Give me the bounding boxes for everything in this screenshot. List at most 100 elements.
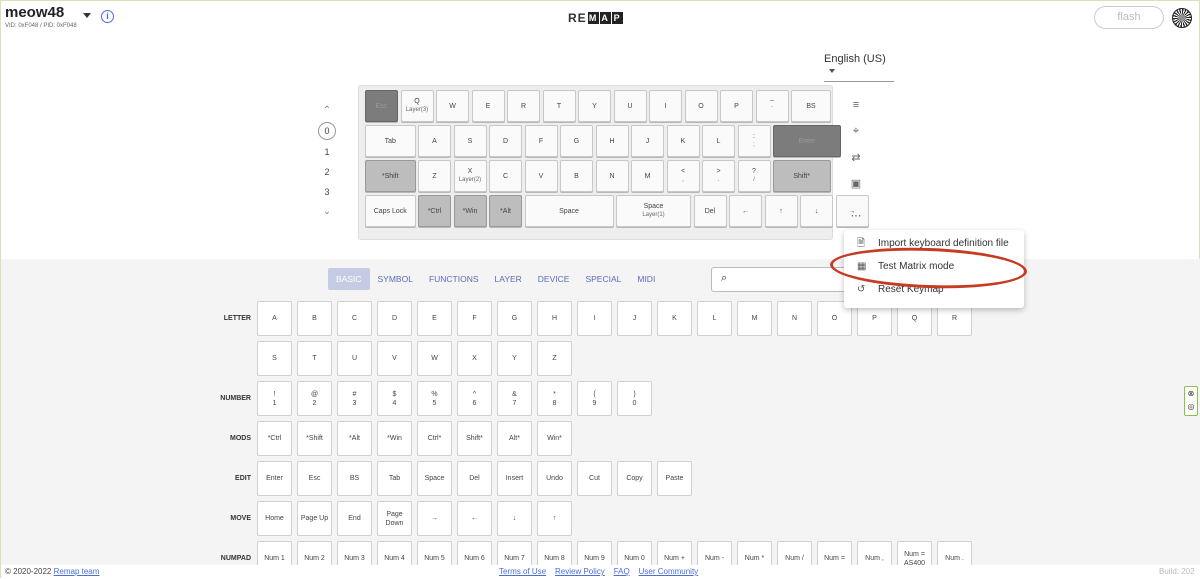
keycode-key[interactable]: Z [537, 341, 572, 376]
search-input[interactable]: ⌕ [711, 267, 851, 292]
key[interactable]: Enter [773, 125, 841, 157]
keycode-key[interactable]: * 8 [537, 381, 572, 416]
keycode-key[interactable]: End [337, 501, 372, 536]
chevron-down-icon[interactable]: ⌄ [313, 202, 341, 222]
key[interactable]: U [613, 90, 647, 122]
keycode-key[interactable]: Tab [377, 461, 412, 496]
keycode-key[interactable]: ↓ [497, 501, 532, 536]
keycode-key[interactable]: Space [417, 461, 452, 496]
keycode-key[interactable]: → [417, 501, 452, 536]
keycode-key[interactable]: Enter [257, 461, 292, 496]
key[interactable]: Space [524, 195, 614, 227]
close-icon[interactable]: ⊗ [1185, 387, 1197, 400]
key[interactable]: *Ctrl [418, 195, 451, 227]
keycode-key[interactable]: J [617, 301, 652, 336]
keycode-key[interactable]: #3 [337, 381, 372, 416]
keycode-key[interactable]: Alt* [497, 421, 532, 456]
key[interactable]: I [649, 90, 682, 122]
keycode-key[interactable]: G [497, 301, 532, 336]
layer-item-0[interactable]: 0 [313, 122, 341, 142]
keycode-key[interactable]: W [417, 341, 452, 376]
keycode-key[interactable]: D [377, 301, 412, 336]
keycode-key[interactable]: ← [457, 501, 492, 536]
keycode-key[interactable]: Page Down [377, 501, 412, 536]
avatar[interactable] [1172, 8, 1192, 28]
key[interactable]: M [631, 160, 664, 192]
keycode-key[interactable]: U [337, 341, 372, 376]
keycode-key[interactable]: Paste [657, 461, 692, 496]
key[interactable]: R [507, 90, 540, 122]
keycode-key[interactable]: N [777, 301, 812, 336]
key[interactable]: T [542, 90, 576, 122]
key[interactable]: V [524, 160, 558, 192]
key[interactable]: ? / [737, 160, 771, 192]
key[interactable]: ← [729, 195, 762, 227]
crosshair-icon[interactable]: ⌖ [849, 125, 863, 138]
key[interactable]: *Alt [489, 195, 522, 227]
key[interactable]: ~ ` [755, 90, 789, 122]
key[interactable]: O [684, 90, 718, 122]
keycode-key[interactable]: Shift* [457, 421, 492, 456]
key[interactable]: Y [578, 90, 611, 122]
key[interactable]: Tab [365, 125, 416, 157]
keycode-key[interactable]: L [697, 301, 732, 336]
swap-icon[interactable]: ⇄ [849, 151, 863, 164]
keycode-key[interactable]: *Shift [297, 421, 332, 456]
key[interactable]: H [595, 125, 629, 157]
tab-symbol[interactable]: SYMBOL [370, 268, 421, 290]
key[interactable]: L [702, 125, 735, 157]
link-terms[interactable]: Terms of Use [499, 567, 546, 576]
key[interactable]: ↓ [800, 195, 833, 227]
key[interactable]: E [471, 90, 505, 122]
keycode-key[interactable]: Cut [577, 461, 612, 496]
key[interactable]: S [453, 125, 487, 157]
key[interactable]: Z [418, 160, 451, 192]
key[interactable]: B [560, 160, 593, 192]
key[interactable]: Shift* [773, 160, 831, 192]
tab-basic[interactable]: BASIC [328, 268, 370, 290]
flash-button[interactable]: flash [1094, 6, 1164, 29]
keycode-key[interactable]: Win* [537, 421, 572, 456]
tab-functions[interactable]: FUNCTIONS [421, 268, 487, 290]
keycode-key[interactable]: A [257, 301, 292, 336]
keycode-key[interactable]: H [537, 301, 572, 336]
key[interactable]: Space Layer(1) [616, 195, 691, 227]
keycode-key[interactable]: @2 [297, 381, 332, 416]
keycode-key[interactable]: $4 [377, 381, 412, 416]
keycode-key[interactable]: *Alt [337, 421, 372, 456]
key[interactable]: N [595, 160, 629, 192]
keycode-key[interactable]: *Ctrl [257, 421, 292, 456]
keycode-key[interactable]: ^ 6 [457, 381, 492, 416]
keycode-key[interactable]: Page Up [297, 501, 332, 536]
list-icon[interactable]: ≡ [849, 99, 863, 111]
key[interactable]: P [720, 90, 753, 122]
key[interactable]: *Shift [365, 160, 416, 192]
key[interactable]: >. [702, 160, 735, 192]
keycode-key[interactable]: V [377, 341, 412, 376]
keycode-key[interactable]: *Win [377, 421, 412, 456]
layer-item-1[interactable]: 1 [313, 142, 341, 162]
image-icon[interactable]: ▣ [849, 177, 863, 190]
remap-logo[interactable]: RE M A P [568, 11, 623, 25]
keycode-key[interactable]: & 7 [497, 381, 532, 416]
keycode-key[interactable]: E [417, 301, 452, 336]
tab-special[interactable]: SPECIAL [577, 268, 629, 290]
side-widget[interactable]: ⊗ ◎ [1184, 386, 1198, 416]
keycode-key[interactable]: Esc [297, 461, 332, 496]
tab-layer[interactable]: LAYER [487, 268, 530, 290]
keycode-key[interactable]: S [257, 341, 292, 376]
more-icon[interactable]: ⋯ [849, 209, 863, 222]
key[interactable]: K [666, 125, 700, 157]
key[interactable]: :; [737, 125, 771, 157]
key[interactable]: *Win [453, 195, 487, 227]
keycode-key[interactable]: M [737, 301, 772, 336]
key[interactable]: Esc [365, 90, 398, 122]
keycode-key[interactable]: I [577, 301, 612, 336]
keycode-key[interactable]: B [297, 301, 332, 336]
keycode-key[interactable]: ! 1 [257, 381, 292, 416]
tab-midi[interactable]: MIDI [629, 268, 663, 290]
keycode-key[interactable]: ↑ [537, 501, 572, 536]
key[interactable]: X Layer(2) [453, 160, 487, 192]
key[interactable]: J [631, 125, 664, 157]
keycode-key[interactable]: Undo [537, 461, 572, 496]
